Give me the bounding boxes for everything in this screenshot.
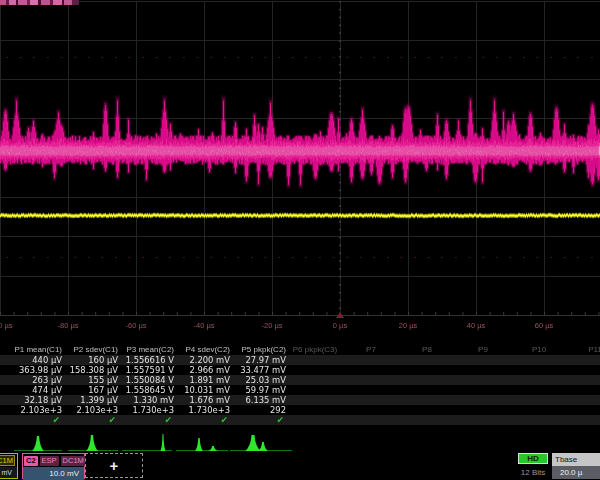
status-check: ✔ [176, 415, 232, 425]
table-cell: 1.558645 V [120, 385, 176, 395]
table-cell: 1.399 µV [64, 395, 120, 405]
table-cell: 33.477 mV [232, 365, 288, 375]
table-cell: 2.103e+3 [8, 405, 64, 415]
status-check: ✔ [120, 415, 176, 425]
table-row: 263 µV155 µV1.550084 V1.891 mV25.03 mV [0, 375, 600, 385]
hd-bits-label: 12 Bits [512, 468, 554, 477]
table-cell: 27.97 mV [232, 355, 288, 365]
table-row: ✔✔✔✔✔ [0, 415, 600, 425]
table-cell: 474 µV [8, 385, 64, 395]
measure-table: P1 mean(C1)P2 sdev(C1)P3 mean(C2)P4 sdev… [0, 345, 600, 425]
time-axis-label: 40 µs [467, 321, 486, 330]
table-cell: 158.308 µV [64, 365, 120, 375]
time-axis-label: -40 µs [194, 321, 215, 330]
table-cell: 1.730e+3 [120, 405, 176, 415]
table-cell: 1.891 mV [176, 375, 232, 385]
trigger-position-marker[interactable] [336, 312, 344, 318]
table-cell: 1.550084 V [120, 375, 176, 385]
table-header-cell: P7 [344, 345, 400, 355]
table-cell: 10.031 mV [176, 385, 232, 395]
clipped-label-fragment [0, 0, 79, 5]
table-row: 32.18 µV1.399 µV1.330 mV1.676 mV6.135 mV [0, 395, 600, 405]
table-cell: 6.135 mV [232, 395, 288, 405]
table-row: 440 µV160 µV1.556616 V2.200 mV27.97 mV [0, 355, 600, 365]
table-cell: 160 µV [64, 355, 120, 365]
table-header-cell: P3 mean(C2) [120, 345, 176, 355]
table-header-cell: P10 [512, 345, 568, 355]
add-trace-button[interactable]: + [85, 453, 143, 478]
table-row: P1 mean(C1)P2 sdev(C1)P3 mean(C2)P4 sdev… [0, 345, 600, 355]
status-check: ✔ [64, 415, 120, 425]
timebase-descriptor[interactable]: Tbase 20.0 µ [552, 453, 600, 479]
table-header-cell: P1 mean(C1) [8, 345, 64, 355]
table-row: 363.98 µV158.308 µV1.557591 V2.966 mV33.… [0, 365, 600, 375]
hd-mode-badge: HD [518, 453, 548, 464]
c1-scale-value: 0 mV [0, 467, 17, 478]
plus-icon: + [110, 457, 119, 474]
table-cell: 2.966 mV [176, 365, 232, 375]
table-header-cell: P9 [456, 345, 512, 355]
time-axis-label: -80 µs [58, 321, 79, 330]
table-row: 2.103e+32.103e+31.730e+31.730e+3292 [0, 405, 600, 415]
channel-c1-descriptor[interactable]: C1M 0 mV [0, 453, 18, 479]
table-cell: 263 µV [8, 375, 64, 385]
table-cell: 292 [232, 405, 288, 415]
histicons-canvas [0, 428, 310, 452]
table-cell: 2.103e+3 [64, 405, 120, 415]
time-axis-label: 0 µs [333, 321, 347, 330]
timebase-label: Tbase [552, 453, 600, 466]
time-axis-label: 60 µs [535, 321, 554, 330]
waveform-plot[interactable] [0, 0, 600, 320]
table-cell: 1.557591 V [120, 365, 176, 375]
table-header-cell: P8 [400, 345, 456, 355]
table-row: 474 µV167 µV1.558645 V10.031 mV59.97 mV [0, 385, 600, 395]
c2-channel-badge: C2 [24, 456, 38, 466]
table-cell: 25.03 mV [232, 375, 288, 385]
table-header-cell: P5 pkpk(C2) [232, 345, 288, 355]
table-cell: 2.200 mV [176, 355, 232, 365]
timebase-value: 20.0 µ [552, 466, 600, 479]
c2-esp-badge: ESP [40, 456, 59, 466]
c2-coupling-badge: DC1M [61, 456, 86, 466]
time-axis-label: -60 µs [126, 321, 147, 330]
table-cell: 155 µV [64, 375, 120, 385]
oscilloscope-screen: -100 µs -80 µs -60 µs -40 µs -20 µs 0 µs 20 µs… [0, 0, 600, 480]
status-check: ✔ [8, 415, 64, 425]
table-header-cell: P11 [568, 345, 600, 355]
table-header-cell: P2 sdev(C1) [64, 345, 120, 355]
status-check: ✔ [232, 415, 288, 425]
table-cell: 1.330 mV [120, 395, 176, 405]
table-cell: 1.676 mV [176, 395, 232, 405]
table-cell: 59.97 mV [232, 385, 288, 395]
time-axis-label: -20 µs [262, 321, 283, 330]
table-cell: 363.98 µV [8, 365, 64, 375]
table-cell: 1.730e+3 [176, 405, 232, 415]
table-cell: 440 µV [8, 355, 64, 365]
channel-c2-descriptor[interactable]: C2 ESP DC1M 10.0 mV [22, 453, 85, 479]
c2-scale-value: 10.0 mV [23, 467, 84, 480]
table-cell: 1.556616 V [120, 355, 176, 365]
table-cell: 167 µV [64, 385, 120, 395]
c1-coupling-badge: C1M [0, 455, 15, 466]
table-header-cell: P4 sdev(C2) [176, 345, 232, 355]
table-cell: 32.18 µV [8, 395, 64, 405]
time-axis-label: 20 µs [399, 321, 418, 330]
table-header-cell: P6 pkpk(C3) [288, 345, 344, 355]
time-axis-label: -100 µs [0, 321, 13, 330]
